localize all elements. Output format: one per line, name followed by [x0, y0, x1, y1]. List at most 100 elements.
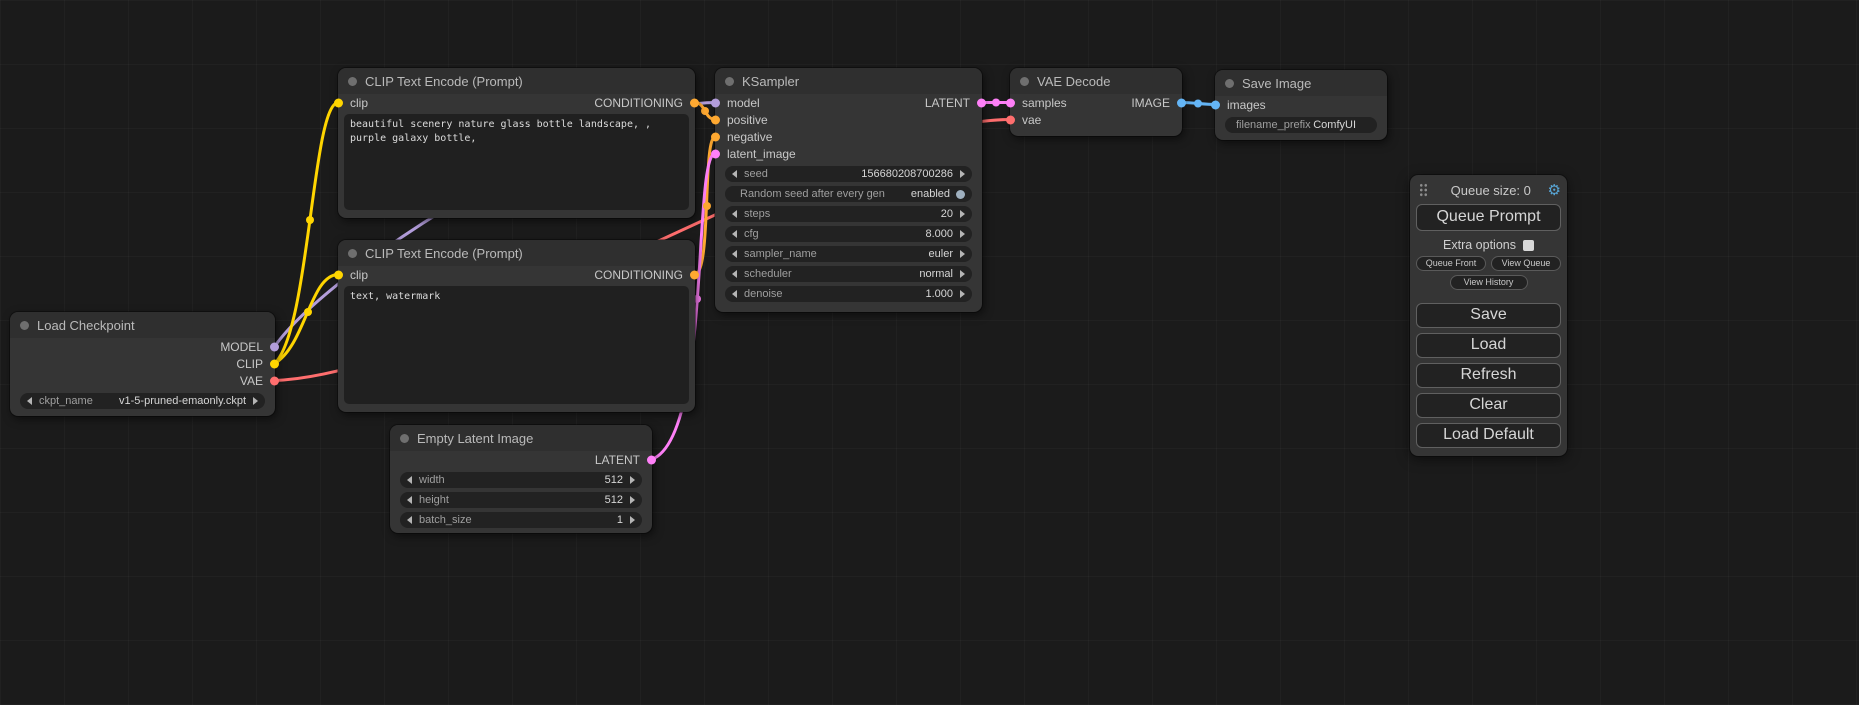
- node-load-checkpoint[interactable]: Load Checkpoint MODEL CLIP VAE ckpt_name…: [10, 312, 275, 416]
- latent-output-slot[interactable]: [647, 455, 656, 464]
- stepper-left-icon[interactable]: [732, 290, 737, 298]
- collapse-dot-icon[interactable]: [725, 77, 734, 86]
- batch-size-widget[interactable]: batch_size 1: [400, 512, 642, 528]
- widget-value: ComfyUI: [1313, 119, 1356, 131]
- vae-input-slot[interactable]: [1006, 115, 1015, 124]
- negative-input-slot[interactable]: [711, 132, 720, 141]
- queue-panel-header: Queue size: 0 ⚙: [1416, 181, 1561, 199]
- node-header[interactable]: Load Checkpoint: [10, 312, 275, 338]
- view-history-button[interactable]: View History: [1450, 275, 1528, 290]
- stepper-right-icon[interactable]: [960, 210, 965, 218]
- clip-input-slot[interactable]: [334, 98, 343, 107]
- stepper-left-icon[interactable]: [407, 516, 412, 524]
- node-vae-decode[interactable]: VAE Decode samples IMAGE vae: [1010, 68, 1182, 136]
- stepper-right-icon[interactable]: [960, 270, 965, 278]
- queue-prompt-button[interactable]: Queue Prompt: [1416, 204, 1561, 231]
- extra-options-checkbox[interactable]: [1523, 240, 1534, 251]
- refresh-button[interactable]: Refresh: [1416, 363, 1561, 388]
- node-header[interactable]: VAE Decode: [1010, 68, 1182, 94]
- widget-value: 1: [617, 514, 623, 526]
- toggle-dot-icon[interactable]: [956, 190, 965, 199]
- gear-icon[interactable]: ⚙: [1548, 183, 1561, 198]
- view-queue-button[interactable]: View Queue: [1491, 256, 1561, 271]
- slot-row: latent_image: [715, 145, 982, 162]
- node-header[interactable]: CLIP Text Encode (Prompt): [338, 240, 695, 266]
- stepper-left-icon[interactable]: [407, 496, 412, 504]
- model-input-slot[interactable]: [711, 98, 720, 107]
- load-button[interactable]: Load: [1416, 333, 1561, 358]
- clip-output-slot[interactable]: [270, 359, 279, 368]
- denoise-widget[interactable]: denoise 1.000: [725, 286, 972, 302]
- widget-value: v1-5-pruned-emaonly.ckpt: [119, 395, 246, 407]
- steps-widget[interactable]: steps 20: [725, 206, 972, 222]
- latent-image-input-slot[interactable]: [711, 149, 720, 158]
- stepper-left-icon[interactable]: [27, 397, 32, 405]
- node-header[interactable]: KSampler: [715, 68, 982, 94]
- vae-output-slot[interactable]: [270, 376, 279, 385]
- samples-input-slot[interactable]: [1006, 98, 1015, 107]
- clip-input-slot[interactable]: [334, 270, 343, 279]
- prompt-textarea[interactable]: beautiful scenery nature glass bottle la…: [344, 114, 689, 210]
- model-output-slot[interactable]: [270, 342, 279, 351]
- widget-label: filename_prefix: [1236, 119, 1311, 131]
- ckpt-name-widget[interactable]: ckpt_name v1-5-pruned-emaonly.ckpt: [20, 393, 265, 409]
- positive-input-label: positive: [727, 113, 768, 127]
- link-midpoint-dot: [306, 216, 314, 224]
- stepper-right-icon[interactable]: [630, 496, 635, 504]
- conditioning-output-slot[interactable]: [690, 98, 699, 107]
- stepper-left-icon[interactable]: [407, 476, 412, 484]
- conditioning-output-slot[interactable]: [690, 270, 699, 279]
- load-default-button[interactable]: Load Default: [1416, 423, 1561, 448]
- stepper-left-icon[interactable]: [732, 170, 737, 178]
- prompt-textarea[interactable]: text, watermark: [344, 286, 689, 404]
- widget-label: sampler_name: [744, 248, 817, 260]
- queue-front-button[interactable]: Queue Front: [1416, 256, 1486, 271]
- latent-output-slot[interactable]: [977, 98, 986, 107]
- node-empty-latent-image[interactable]: Empty Latent Image LATENT width 512 heig…: [390, 425, 652, 533]
- stepper-left-icon[interactable]: [732, 270, 737, 278]
- node-ksampler[interactable]: KSampler model LATENT positive negative …: [715, 68, 982, 312]
- stepper-right-icon[interactable]: [630, 476, 635, 484]
- widget-label: denoise: [744, 288, 783, 300]
- save-button[interactable]: Save: [1416, 303, 1561, 328]
- sampler-name-widget[interactable]: sampler_name euler: [725, 246, 972, 262]
- node-save-image[interactable]: Save Image images filename_prefix ComfyU…: [1215, 70, 1387, 140]
- stepper-right-icon[interactable]: [960, 290, 965, 298]
- collapse-dot-icon[interactable]: [1020, 77, 1029, 86]
- drag-handle-icon[interactable]: [1419, 183, 1428, 197]
- node-clip-text-encode-negative[interactable]: CLIP Text Encode (Prompt) clip CONDITION…: [338, 240, 695, 412]
- node-title: CLIP Text Encode (Prompt): [365, 74, 523, 89]
- random-seed-toggle-widget[interactable]: Random seed after every gen enabled: [725, 186, 972, 202]
- collapse-dot-icon[interactable]: [348, 249, 357, 258]
- widget-value: 512: [605, 494, 623, 506]
- stepper-left-icon[interactable]: [732, 230, 737, 238]
- filename-prefix-widget[interactable]: filename_prefix ComfyUI: [1225, 117, 1377, 133]
- height-widget[interactable]: height 512: [400, 492, 642, 508]
- collapse-dot-icon[interactable]: [1225, 79, 1234, 88]
- collapse-dot-icon[interactable]: [20, 321, 29, 330]
- stepper-right-icon[interactable]: [630, 516, 635, 524]
- stepper-left-icon[interactable]: [732, 250, 737, 258]
- stepper-left-icon[interactable]: [732, 210, 737, 218]
- width-widget[interactable]: width 512: [400, 472, 642, 488]
- node-title: Load Checkpoint: [37, 318, 135, 333]
- model-output-label: MODEL: [220, 340, 263, 354]
- node-header[interactable]: Save Image: [1215, 70, 1387, 96]
- stepper-right-icon[interactable]: [960, 230, 965, 238]
- vae-input-label: vae: [1022, 113, 1041, 127]
- stepper-right-icon[interactable]: [253, 397, 258, 405]
- images-input-slot[interactable]: [1211, 100, 1220, 109]
- node-clip-text-encode-positive[interactable]: CLIP Text Encode (Prompt) clip CONDITION…: [338, 68, 695, 218]
- scheduler-widget[interactable]: scheduler normal: [725, 266, 972, 282]
- collapse-dot-icon[interactable]: [348, 77, 357, 86]
- seed-widget[interactable]: seed 156680208700286: [725, 166, 972, 182]
- stepper-right-icon[interactable]: [960, 170, 965, 178]
- collapse-dot-icon[interactable]: [400, 434, 409, 443]
- positive-input-slot[interactable]: [711, 115, 720, 124]
- node-header[interactable]: CLIP Text Encode (Prompt): [338, 68, 695, 94]
- node-header[interactable]: Empty Latent Image: [390, 425, 652, 451]
- clear-button[interactable]: Clear: [1416, 393, 1561, 418]
- image-output-slot[interactable]: [1177, 98, 1186, 107]
- cfg-widget[interactable]: cfg 8.000: [725, 226, 972, 242]
- stepper-right-icon[interactable]: [960, 250, 965, 258]
